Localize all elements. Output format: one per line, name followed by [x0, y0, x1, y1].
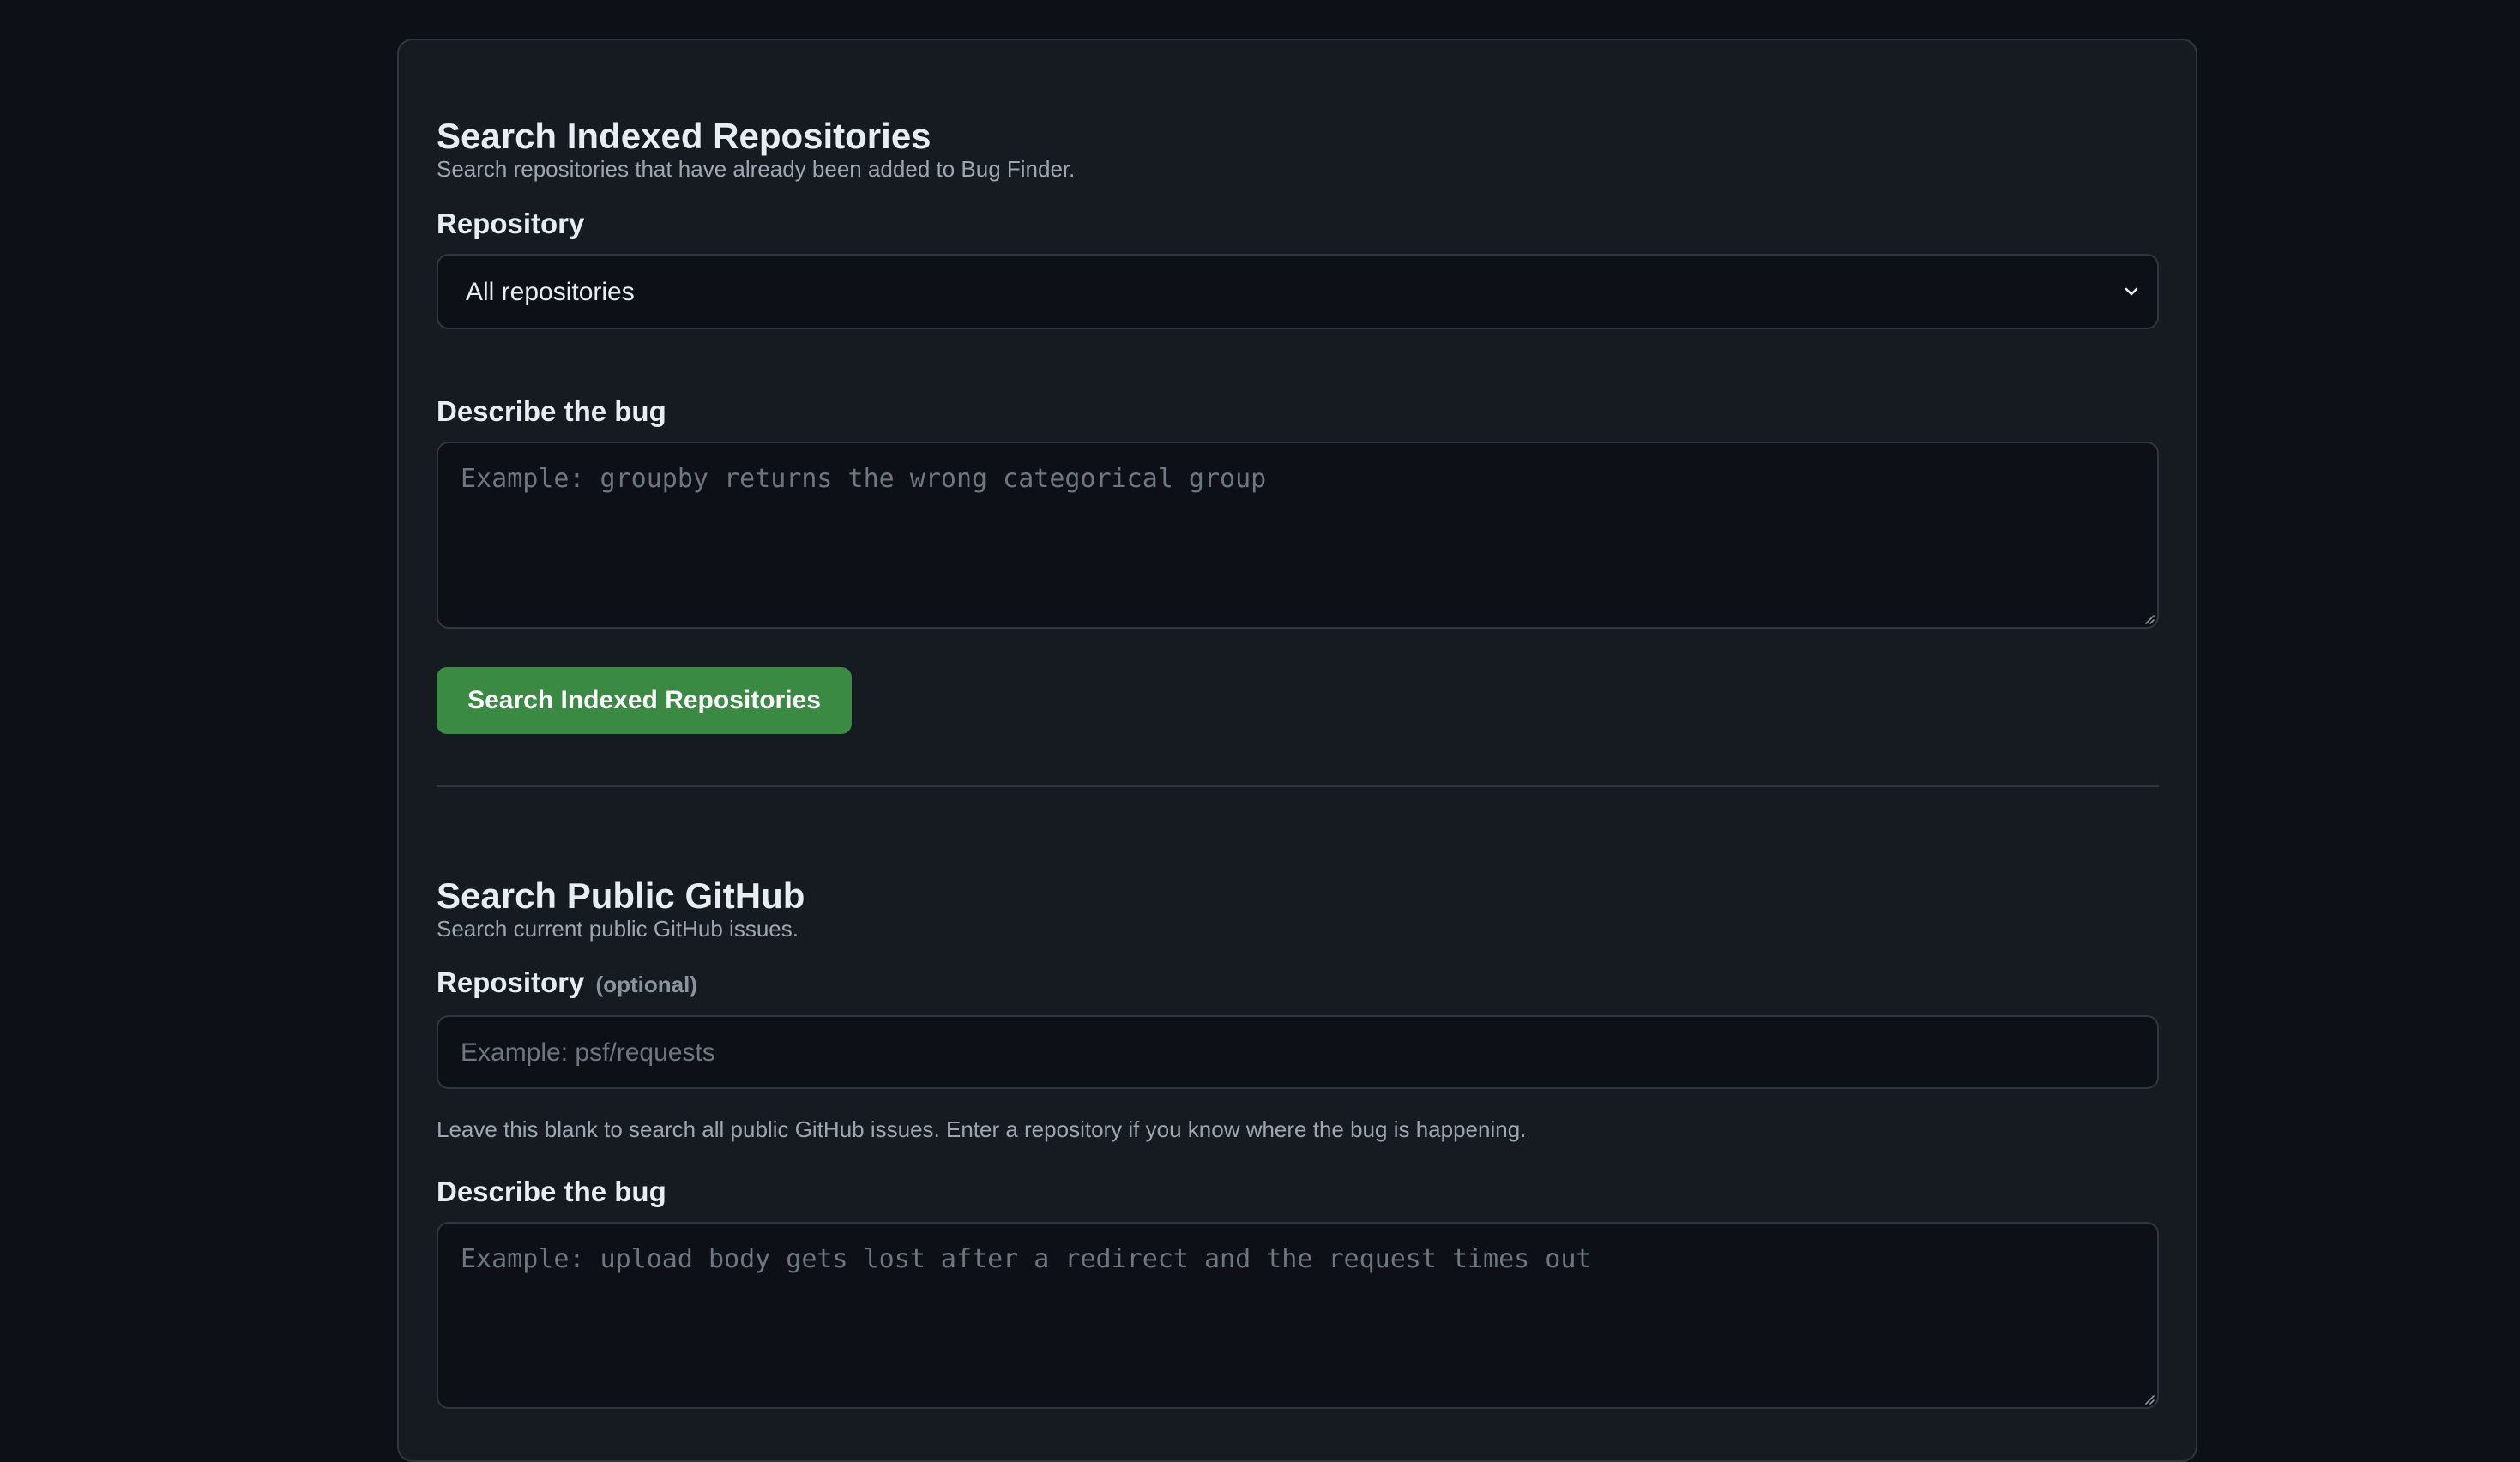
github-repository-help: Leave this blank to search all public Gi… — [437, 1116, 1527, 1142]
chevron-down-icon — [2125, 287, 2138, 296]
resize-grip-icon[interactable] — [2143, 1393, 2155, 1405]
section-divider — [437, 785, 2159, 787]
indexed-bug-placeholder: Example: groupby returns the wrong categ… — [461, 464, 1267, 494]
github-repository-input[interactable]: Example: psf/requests — [437, 1015, 2159, 1089]
search-panel: Search Indexed Repositories Search repos… — [397, 39, 2197, 1462]
github-section-title: Search Public GitHub — [437, 875, 805, 916]
github-bug-label: Describe the bug — [437, 1176, 666, 1207]
github-repository-label: Repository (optional) — [437, 966, 697, 999]
indexed-repository-select[interactable]: All repositories — [437, 254, 2159, 329]
indexed-bug-label: Describe the bug — [437, 395, 666, 427]
indexed-section-title: Search Indexed Repositories — [437, 116, 931, 156]
resize-grip-icon[interactable] — [2143, 612, 2155, 624]
optional-tag: (optional) — [595, 972, 697, 997]
github-bug-placeholder: Example: upload body gets lost after a r… — [461, 1244, 1592, 1274]
indexed-bug-textarea[interactable]: Example: groupby returns the wrong categ… — [437, 442, 2159, 629]
indexed-section-description: Search repositories that have already be… — [437, 156, 1076, 182]
github-repository-placeholder: Example: psf/requests — [461, 1038, 715, 1067]
indexed-repository-selected: All repositories — [466, 278, 635, 306]
indexed-repository-label: Repository — [437, 208, 585, 239]
github-repository-label-text: Repository — [437, 966, 585, 998]
search-indexed-button[interactable]: Search Indexed Repositories — [437, 667, 852, 734]
github-bug-textarea[interactable]: Example: upload body gets lost after a r… — [437, 1222, 2159, 1409]
github-section-description: Search current public GitHub issues. — [437, 916, 799, 942]
